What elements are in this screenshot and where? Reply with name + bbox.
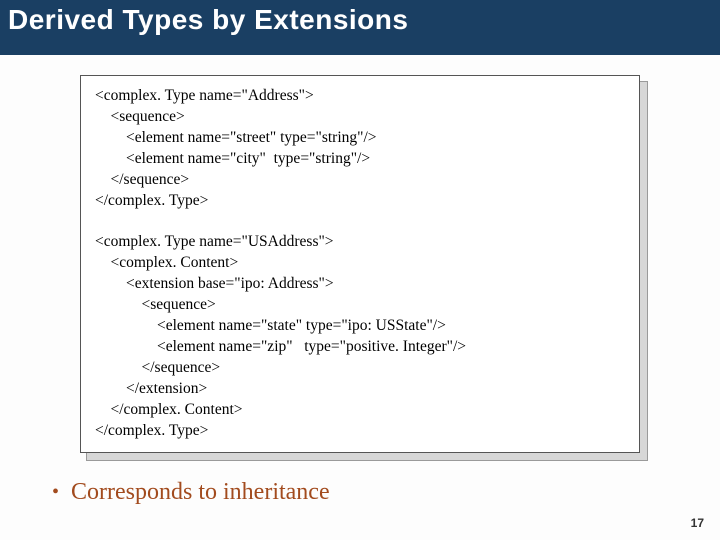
code-block: <complex. Type name="Address"> <sequence… [80,75,640,453]
code-line: <element name="state" type="ipo: USState… [95,317,446,334]
code-line: </extension> [95,380,207,397]
bullet-marker: • [52,481,59,504]
code-line: </complex. Content> [95,401,243,418]
code-block-container: <complex. Type name="Address"> <sequence… [80,75,640,453]
code-line: <element name="zip" type="positive. Inte… [95,338,466,355]
code-line: <sequence> [95,296,216,313]
bullet-item: • Corresponds to inheritance [52,479,720,506]
title-bar: Derived Types by Extensions [0,0,720,55]
code-line: <complex. Type name="Address"> [95,87,314,104]
code-line: </sequence> [95,171,189,188]
slide-title: Derived Types by Extensions [8,4,408,36]
code-line: </complex. Type> [95,192,208,209]
code-line: <complex. Content> [95,254,238,271]
code-line: <extension base="ipo: Address"> [95,275,334,292]
page-number: 17 [691,516,704,530]
code-line: <element name="street" type="string"/> [95,129,377,146]
code-line: <complex. Type name="USAddress"> [95,233,334,250]
code-line: </sequence> [95,359,220,376]
code-line: </complex. Type> [95,422,208,439]
code-line: <sequence> [95,108,185,125]
bullet-text: Corresponds to inheritance [71,479,330,506]
code-line: <element name="city" type="string"/> [95,150,370,167]
